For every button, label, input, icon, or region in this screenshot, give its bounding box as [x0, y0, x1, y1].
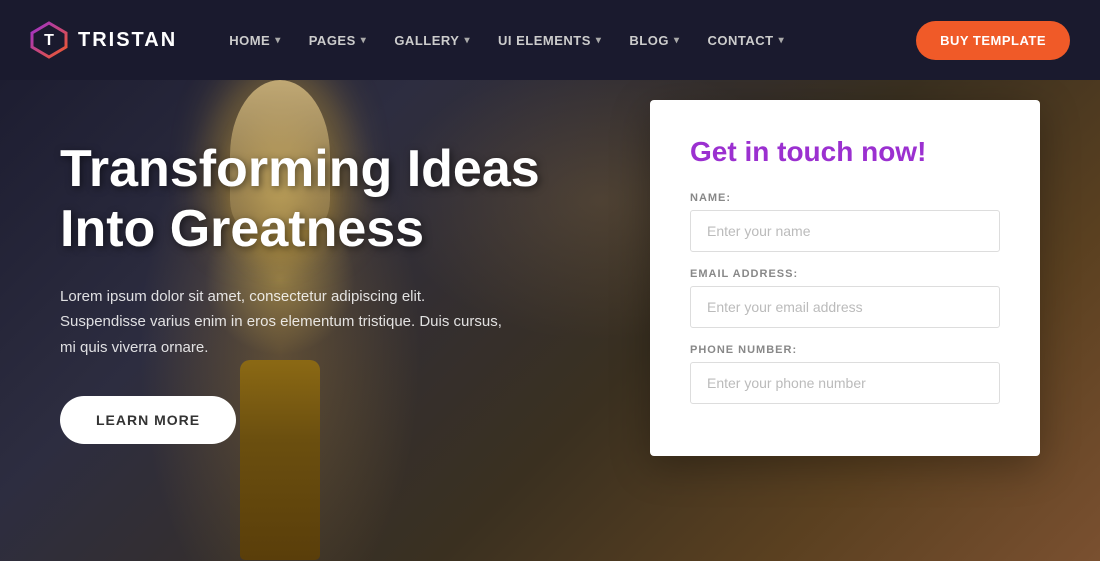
nav-links: HOME ▾ PAGES ▾ GALLERY ▾ UI ELEMENTS ▾ B…: [217, 25, 916, 56]
nav-ui-elements[interactable]: UI ELEMENTS ▾: [486, 25, 613, 56]
contact-form-card: Get in touch now! NAME: EMAIL ADDRESS: P…: [650, 100, 1040, 456]
logo-icon: T: [30, 21, 68, 59]
contact-chevron-icon: ▾: [779, 35, 785, 46]
contact-form-title: Get in touch now!: [690, 136, 1000, 168]
hero-content: Transforming Ideas Into Greatness Lorem …: [60, 140, 540, 444]
hero-title: Transforming Ideas Into Greatness: [60, 140, 540, 260]
nav-contact[interactable]: CONTACT ▾: [696, 25, 797, 56]
nav-pages[interactable]: PAGES ▾: [297, 25, 379, 56]
phone-input[interactable]: [690, 362, 1000, 404]
buy-template-button[interactable]: BUY TEMPLATE: [916, 21, 1070, 60]
nav-gallery[interactable]: GALLERY ▾: [382, 25, 482, 56]
gallery-chevron-icon: ▾: [464, 35, 470, 46]
blog-chevron-icon: ▾: [674, 35, 680, 46]
name-input[interactable]: [690, 210, 1000, 252]
logo-area[interactable]: T TRISTAN: [30, 21, 177, 59]
hero-section: Transforming Ideas Into Greatness Lorem …: [0, 0, 1100, 561]
email-input[interactable]: [690, 286, 1000, 328]
nav-blog[interactable]: BLOG ▾: [617, 25, 691, 56]
hero-description: Lorem ipsum dolor sit amet, consectetur …: [60, 284, 510, 361]
pages-chevron-icon: ▾: [361, 35, 367, 46]
navbar: T TRISTAN HOME ▾ PAGES ▾ GALLERY ▾ UI EL…: [0, 0, 1100, 80]
nav-home[interactable]: HOME ▾: [217, 25, 293, 56]
home-chevron-icon: ▾: [275, 35, 281, 46]
svg-text:T: T: [44, 32, 54, 49]
learn-more-button[interactable]: LEARN MORE: [60, 396, 236, 444]
phone-label: PHONE NUMBER:: [690, 344, 1000, 356]
name-label: NAME:: [690, 192, 1000, 204]
logo-text: TRISTAN: [78, 29, 177, 52]
ui-elements-chevron-icon: ▾: [596, 35, 602, 46]
email-label: EMAIL ADDRESS:: [690, 268, 1000, 280]
